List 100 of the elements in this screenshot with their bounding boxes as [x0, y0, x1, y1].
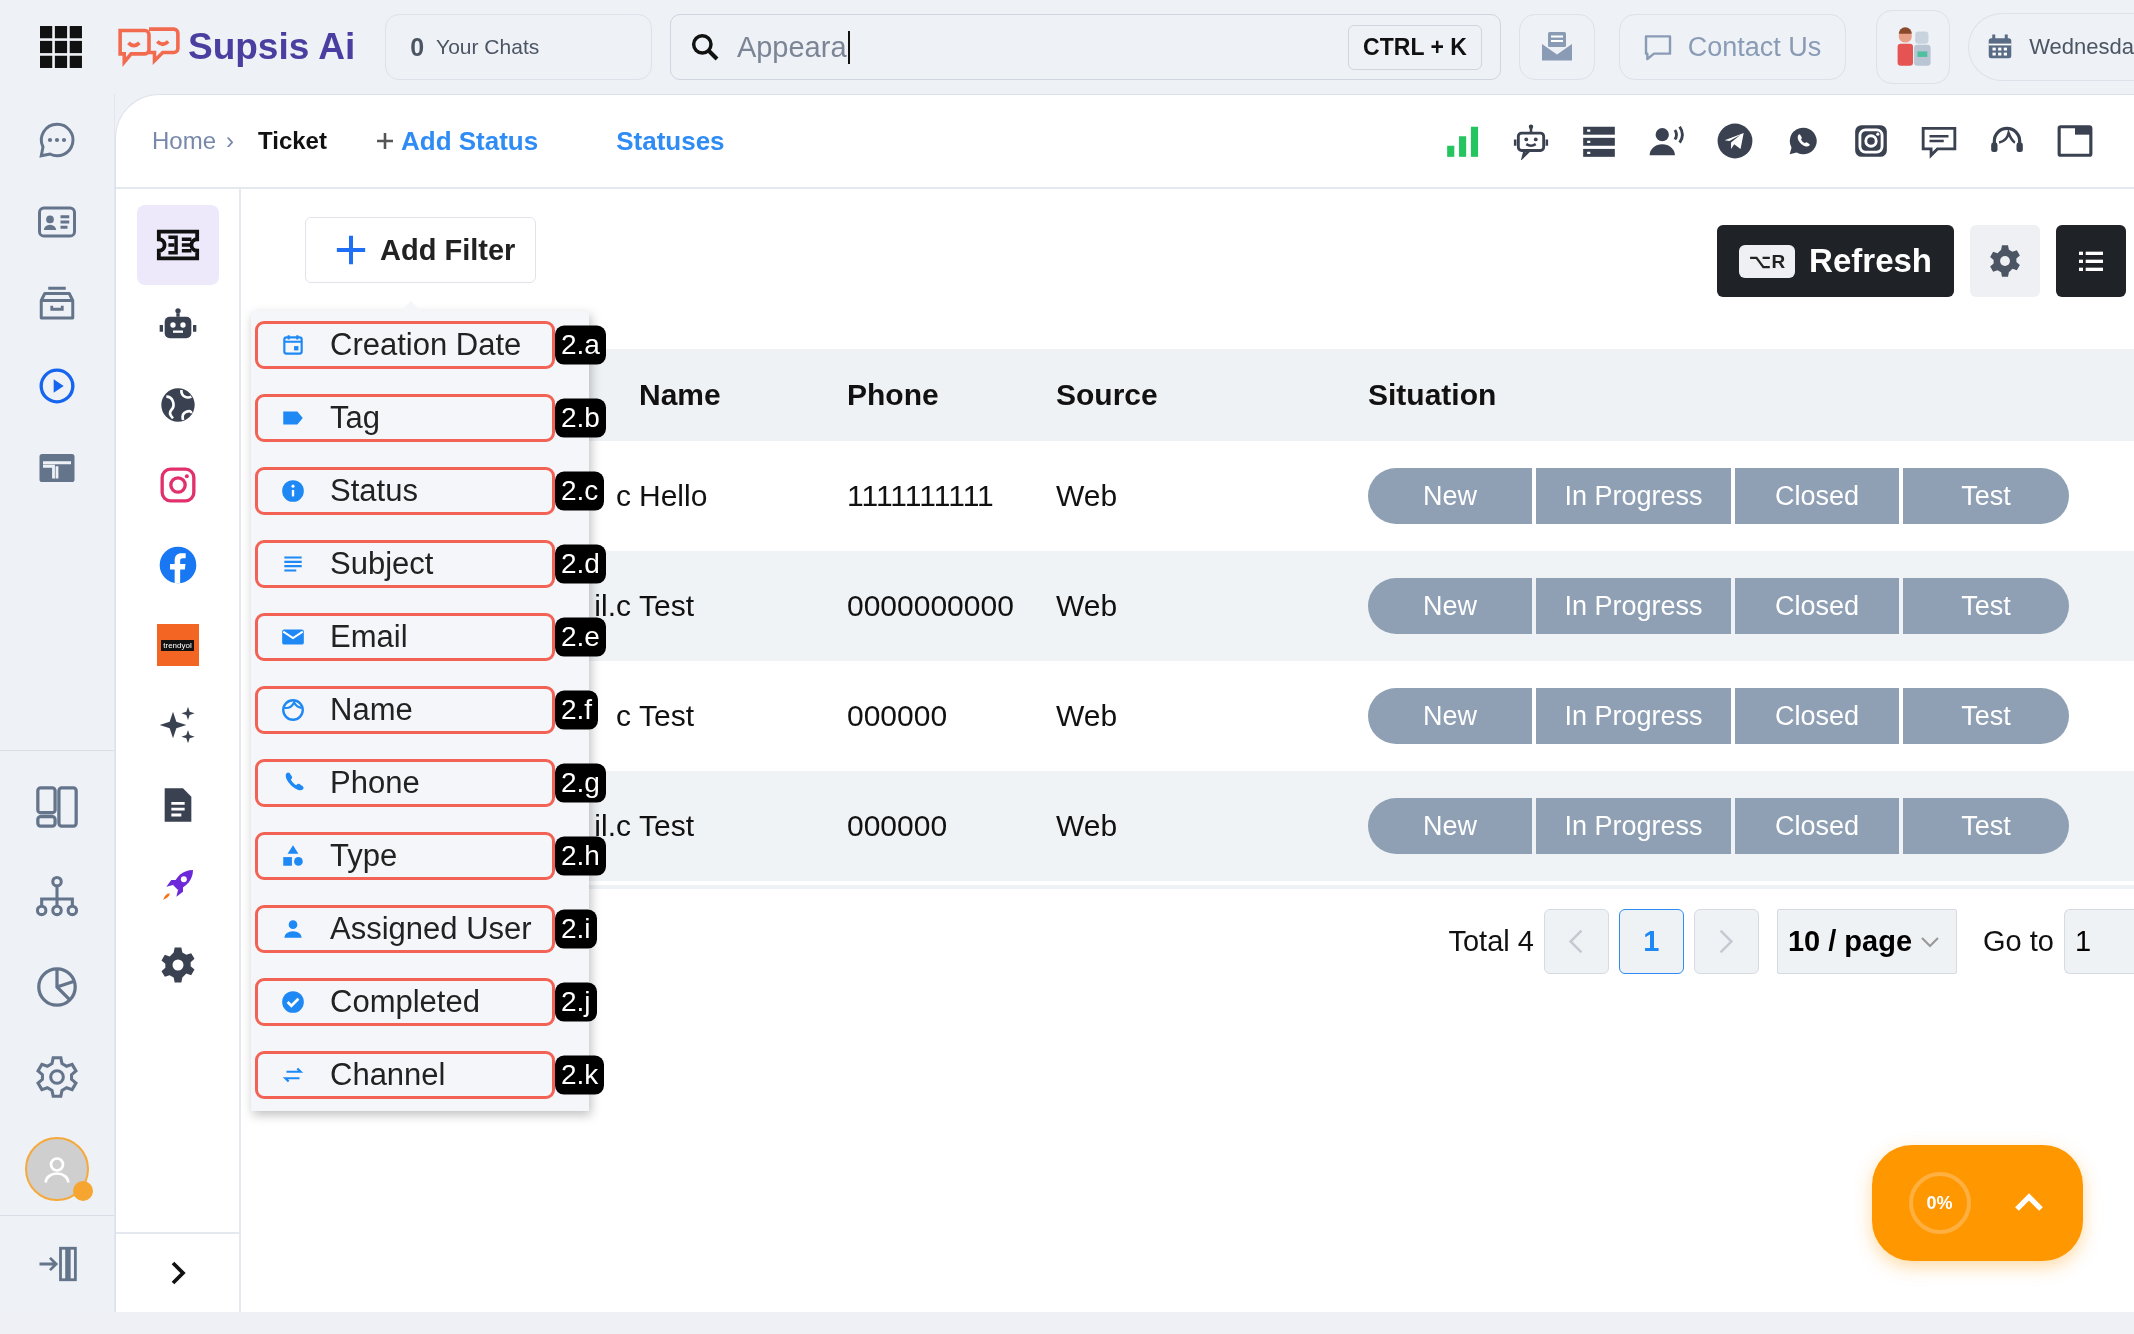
table-cell: Web — [1056, 479, 1118, 512]
status-option-button[interactable]: Test — [1903, 798, 2069, 854]
filter-option[interactable]: Type — [255, 832, 555, 880]
settings-icon — [34, 1054, 80, 1100]
brand-name: Supsis Ai — [187, 26, 356, 68]
ticket-nav-item[interactable] — [136, 205, 219, 285]
chat-bubbles-logo-icon — [115, 25, 182, 69]
camera-square-icon — [1852, 122, 1890, 160]
filter-option[interactable]: Completed — [255, 978, 555, 1026]
status-option-button[interactable]: New — [1368, 688, 1532, 744]
face-icon — [280, 697, 306, 723]
annotation-marker: 2.f — [555, 690, 599, 730]
table-cell: c — [616, 479, 631, 512]
shortcut-key: CTRL + K — [1348, 24, 1482, 70]
table-cell: Test — [639, 589, 695, 622]
shapes-icon — [280, 843, 306, 869]
plus-icon — [334, 233, 368, 267]
status-option-button[interactable]: Closed — [1735, 578, 1899, 634]
annotation-marker: 2.b — [555, 398, 606, 438]
camera-square-icon — [157, 465, 198, 505]
statuses-link[interactable]: Statuses — [616, 125, 725, 157]
f-circle-icon — [157, 545, 198, 585]
annotation-marker: 2.h — [555, 836, 606, 876]
status-option-button[interactable]: New — [1368, 578, 1532, 634]
phone-bubble-icon — [1787, 125, 1819, 157]
filter-option[interactable]: Tag — [255, 394, 555, 442]
trendyol-logo: trendyol — [156, 624, 199, 666]
filter-option[interactable]: Subject — [255, 540, 555, 588]
column-header: Situation — [1368, 378, 1498, 412]
table-cell: Web — [1056, 589, 1118, 622]
your-chats-button[interactable]: 0 Your Chats — [385, 14, 652, 80]
status-option-button[interactable]: New — [1368, 468, 1532, 524]
page-button[interactable]: 1 — [1618, 909, 1684, 974]
apps-menu-icon — [40, 26, 82, 68]
table-cell: c — [616, 699, 631, 732]
status-option-button[interactable]: Test — [1903, 578, 2069, 634]
pie-chart-icon — [34, 964, 80, 1010]
progress-indicator: 0% — [1908, 1172, 1971, 1234]
dashboard-tiles-icon — [34, 784, 80, 830]
annotation-marker: 2.a — [555, 325, 606, 365]
refresh-button[interactable]: ⌥R Refresh — [1717, 225, 1954, 297]
window-icon — [2056, 122, 2094, 160]
add-filter-button[interactable]: Add Filter — [305, 217, 537, 283]
status-option-button[interactable]: New — [1368, 798, 1532, 854]
page-size-select[interactable]: 10 / page — [1776, 909, 1958, 974]
breadcrumb-separator: › — [226, 127, 235, 155]
go-to-field[interactable]: 1 — [2064, 909, 2134, 974]
status-option-button[interactable]: Closed — [1735, 468, 1899, 524]
list-view-button[interactable] — [2056, 225, 2126, 297]
annotation-marker: 2.k — [555, 1055, 605, 1095]
contact-us-button[interactable]: Contact Us — [1618, 14, 1847, 80]
annotation-marker: 2.g — [555, 763, 606, 803]
table-cell: Test — [639, 699, 695, 732]
go-to-label: Go to — [1983, 925, 2054, 958]
status-option-button[interactable]: In Progress — [1536, 798, 1731, 854]
chevron-left-icon — [1569, 929, 1584, 954]
table-cell: 000000 — [847, 809, 948, 842]
settings-icon — [1987, 243, 2023, 279]
status-option-button[interactable]: Test — [1903, 688, 2069, 744]
table-cell: 0000000000 — [847, 589, 1014, 622]
filter-option[interactable]: Name — [255, 686, 555, 734]
annotation-marker: 2.c — [555, 471, 605, 511]
status-option-button[interactable]: Closed — [1735, 688, 1899, 744]
filter-option[interactable]: Status — [255, 467, 555, 515]
current-page: Ticket — [258, 127, 327, 155]
filter-option[interactable]: Creation Date — [255, 321, 555, 369]
search-field[interactable]: Appeara CTRL + K — [669, 14, 1501, 80]
status-option-button[interactable]: Closed — [1735, 798, 1899, 854]
marketplace-nav-item[interactable]: trendyol — [136, 605, 219, 685]
annotation-marker: 2.j — [555, 982, 597, 1022]
table-cell: Test — [639, 809, 695, 842]
filter-option[interactable]: Email — [255, 613, 555, 661]
table-cell: 1111111111 — [847, 479, 994, 512]
filter-option[interactable]: Phone — [255, 759, 555, 807]
annotation-marker: 2.i — [555, 909, 597, 949]
column-header: Source — [1056, 378, 1159, 412]
add-status-link[interactable]: Add Status — [372, 125, 539, 157]
status-option-button[interactable]: In Progress — [1536, 468, 1731, 524]
date-display: Wednesda — [1968, 13, 2134, 81]
home-link[interactable]: Home — [152, 127, 217, 155]
column-header: Phone — [847, 378, 940, 412]
filter-option[interactable]: Assigned User — [255, 905, 555, 953]
annotation-marker: 2.d — [555, 544, 606, 584]
shortcut-key: ⌥R — [1739, 244, 1796, 278]
check-circle-icon — [280, 989, 306, 1015]
profile-button[interactable] — [1876, 10, 1951, 84]
annotation-marker: 2.e — [555, 617, 606, 657]
robot-icon — [1512, 122, 1550, 160]
settings-button[interactable] — [1970, 225, 2040, 297]
play-circle-icon — [37, 366, 77, 406]
info-icon — [280, 478, 306, 504]
filter-option[interactable]: Channel — [255, 1051, 555, 1099]
paper-plane-icon — [1716, 122, 1754, 160]
status-option-button[interactable]: In Progress — [1536, 578, 1731, 634]
table-cell: 000000 — [847, 699, 948, 732]
chevron-right-icon — [1719, 929, 1734, 954]
table-cell: Hello — [639, 479, 708, 512]
inbox-button[interactable] — [1518, 14, 1595, 80]
status-option-button[interactable]: In Progress — [1536, 688, 1731, 744]
status-option-button[interactable]: Test — [1903, 468, 2069, 524]
